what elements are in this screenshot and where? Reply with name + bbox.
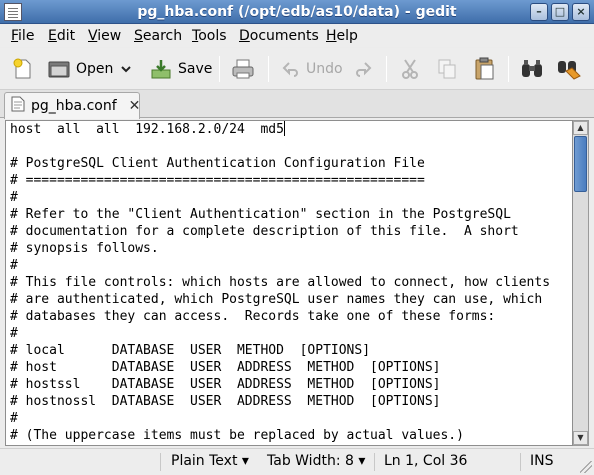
- code-line[interactable]: # synopsis follows.: [10, 240, 550, 257]
- new-document-icon: [12, 58, 34, 80]
- code-line[interactable]: # are authenticated, which PostgreSQL us…: [10, 291, 550, 308]
- clipboard-icon: [474, 57, 496, 81]
- chevron-down-icon: [120, 64, 132, 74]
- copy-icon: [437, 58, 457, 80]
- code-line[interactable]: #: [10, 325, 550, 342]
- menu-documents[interactable]: Documents: [239, 28, 319, 44]
- code-line[interactable]: #: [10, 257, 550, 274]
- code-line[interactable]: # databases they can access. Records tak…: [10, 308, 550, 325]
- menu-file[interactable]: File: [11, 28, 34, 44]
- menu-bar: File Edit View Search Tools Documents He…: [0, 25, 594, 47]
- save-label: Save: [178, 61, 213, 77]
- printer-icon: [231, 58, 255, 80]
- editor-content[interactable]: host all all 192.168.2.0/24 md5 # Postgre…: [10, 121, 550, 444]
- text-document-icon: [11, 96, 25, 116]
- document-tab-bar: pg_hba.conf ✕: [0, 90, 594, 119]
- text-cursor: [283, 121, 285, 136]
- save-icon: [150, 58, 172, 80]
- cursor-position: Ln 1, Col 36: [384, 453, 468, 469]
- text-editor[interactable]: host all all 192.168.2.0/24 md5 # Postgre…: [5, 120, 573, 446]
- open-folder-icon: [48, 59, 70, 79]
- code-line[interactable]: # host DATABASE USER ADDRESS METHOD [OPT…: [10, 359, 550, 376]
- code-line[interactable]: # PostgreSQL Client Authentication Confi…: [10, 155, 550, 172]
- find-button[interactable]: [520, 53, 544, 85]
- redo-button[interactable]: [354, 53, 372, 85]
- tab-pg-hba-conf[interactable]: pg_hba.conf ✕: [4, 92, 140, 119]
- find-replace-button[interactable]: [556, 53, 582, 85]
- vertical-scrollbar[interactable]: ▲ ▼: [573, 120, 589, 446]
- redo-icon: [354, 60, 372, 78]
- code-line[interactable]: # hostssl DATABASE USER ADDRESS METHOD […: [10, 376, 550, 393]
- scissors-icon: [400, 58, 420, 80]
- code-line[interactable]: host all all 192.168.2.0/24 md5: [10, 121, 550, 138]
- open-button[interactable]: Open: [48, 53, 113, 85]
- paste-button[interactable]: [474, 53, 496, 85]
- status-divider: [374, 453, 375, 471]
- menu-tools[interactable]: Tools: [192, 28, 227, 44]
- toolbar: Open Save Undo: [0, 48, 594, 90]
- menu-view[interactable]: View: [88, 28, 121, 44]
- insert-mode-indicator: INS: [530, 453, 554, 469]
- toolbar-separator: [508, 56, 509, 82]
- undo-label: Undo: [306, 61, 343, 77]
- minimize-button[interactable]: –: [530, 3, 548, 21]
- toolbar-separator: [386, 56, 387, 82]
- code-line[interactable]: #: [10, 410, 550, 427]
- save-button[interactable]: Save: [150, 53, 212, 85]
- code-line[interactable]: # Refer to the "Client Authentication" s…: [10, 206, 550, 223]
- copy-button[interactable]: [437, 53, 457, 85]
- code-line[interactable]: # documentation for a complete descripti…: [10, 223, 550, 240]
- title-bar: pg_hba.conf (/opt/edb/as10/data) - gedit…: [0, 0, 594, 24]
- scrollbar-thumb[interactable]: [574, 136, 587, 192]
- undo-icon: [282, 60, 300, 78]
- binoculars-icon: [520, 58, 544, 80]
- new-document-button[interactable]: [12, 53, 34, 85]
- window-title: pg_hba.conf (/opt/edb/as10/data) - gedit: [137, 4, 457, 20]
- language-selector[interactable]: Plain Text ▾: [171, 453, 249, 469]
- scroll-up-arrow-icon[interactable]: ▲: [573, 121, 588, 135]
- status-divider: [160, 453, 161, 471]
- code-line[interactable]: #: [10, 189, 550, 206]
- toolbar-separator: [268, 56, 269, 82]
- open-label: Open: [76, 61, 114, 77]
- open-recent-dropdown[interactable]: [120, 53, 132, 85]
- menu-search[interactable]: Search: [134, 28, 182, 44]
- code-line[interactable]: # This file controls: which hosts are al…: [10, 274, 550, 291]
- scroll-down-arrow-icon[interactable]: ▼: [573, 431, 588, 445]
- resize-grip-icon[interactable]: [580, 461, 592, 473]
- code-line[interactable]: # local DATABASE USER METHOD [OPTIONS]: [10, 342, 550, 359]
- code-line[interactable]: # hostnossl DATABASE USER ADDRESS METHOD…: [10, 393, 550, 410]
- maximize-button[interactable]: □: [551, 3, 569, 21]
- tab-width-selector[interactable]: Tab Width: 8 ▾: [267, 453, 365, 469]
- cut-button[interactable]: [400, 53, 420, 85]
- close-window-button[interactable]: ×: [572, 3, 590, 21]
- print-button[interactable]: [231, 53, 255, 85]
- find-replace-icon: [556, 57, 582, 81]
- close-tab-icon[interactable]: ✕: [129, 98, 141, 114]
- menu-help[interactable]: Help: [326, 28, 358, 44]
- status-divider: [520, 453, 521, 471]
- code-line[interactable]: [10, 138, 550, 155]
- tab-label: pg_hba.conf: [31, 98, 117, 114]
- status-bar: Plain Text ▾ Tab Width: 8 ▾ Ln 1, Col 36…: [0, 448, 594, 475]
- code-line[interactable]: # ======================================…: [10, 172, 550, 189]
- undo-button[interactable]: Undo: [282, 53, 343, 85]
- code-line[interactable]: # (The uppercase items must be replaced …: [10, 427, 550, 444]
- menu-edit[interactable]: Edit: [48, 28, 75, 44]
- toolbar-separator: [219, 56, 220, 82]
